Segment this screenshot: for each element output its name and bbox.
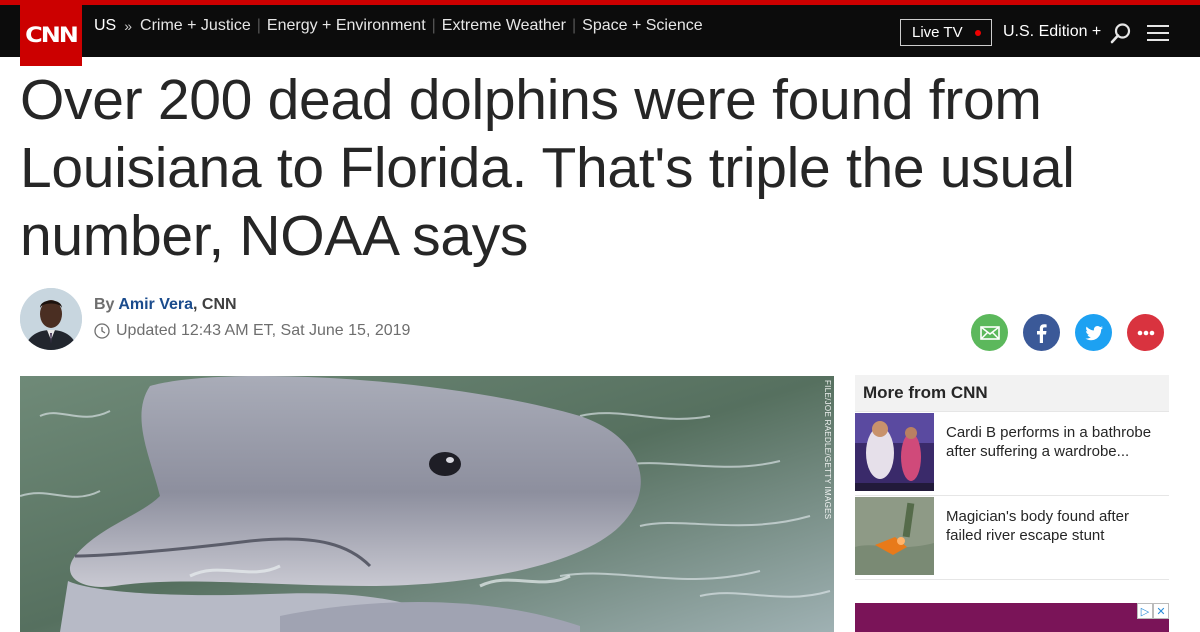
live-dot-icon [974,29,981,36]
updated-text: Updated 12:43 AM ET, Sat June 15, 2019 [116,322,411,339]
nav-divider: | [431,17,436,34]
more-from-cnn-panel: More from CNN Cardi B performs in a bath… [855,375,1169,580]
nav-link-space-science[interactable]: Space + Science [582,17,703,35]
logo-text: CNN [25,22,79,48]
section-link-us[interactable]: US [94,17,116,35]
top-nav-bar: US » Crime + Justice | Energy + Environm… [0,0,1200,57]
cnn-logo[interactable]: CNN [20,4,82,66]
dolphin-photo [20,376,834,632]
email-icon [979,325,1000,340]
ad-close-icon[interactable]: ✕ [1153,603,1169,619]
live-tv-label: Live TV [912,24,963,41]
share-email-button[interactable] [971,314,1008,351]
ad-choices[interactable]: ▷ ✕ [1137,603,1169,619]
search-icon[interactable] [1110,22,1132,44]
share-facebook-button[interactable] [1023,314,1060,351]
section-nav: US » Crime + Justice | Energy + Environm… [94,17,703,35]
list-item[interactable]: Cardi B performs in a bathrobe after suf… [855,412,1169,496]
story-thumbnail[interactable] [855,413,934,491]
image-credit: FILE/JOE RAEDLE/GETTY IMAGES [823,380,832,520]
byline: By Amir Vera, CNN [94,296,237,314]
story-thumbnail[interactable] [855,497,934,575]
more-icon [1137,330,1154,335]
edition-selector[interactable]: U.S. Edition + [1003,23,1101,41]
story-title[interactable]: Magician's body found after failed river… [946,497,1169,545]
by-prefix: By [94,296,115,313]
nav-divider: | [256,17,261,34]
hamburger-menu-icon[interactable] [1147,25,1169,43]
live-tv-button[interactable]: Live TV [900,19,992,46]
share-twitter-button[interactable] [1075,314,1112,351]
advertisement-banner[interactable]: ▷ ✕ [855,603,1169,632]
author-link[interactable]: Amir Vera [118,296,193,313]
outlet-name: , CNN [193,296,237,313]
nav-link-extreme-weather[interactable]: Extreme Weather [442,17,566,35]
article-hero-image[interactable]: FILE/JOE RAEDLE/GETTY IMAGES [20,376,834,632]
facebook-icon [1036,323,1047,343]
ad-info-icon[interactable]: ▷ [1137,603,1153,619]
nav-link-energy-environment[interactable]: Energy + Environment [267,17,426,35]
article-headline: Over 200 dead dolphins were found from L… [20,68,1075,268]
clock-icon [94,323,110,339]
twitter-icon [1085,325,1103,340]
share-more-button[interactable] [1127,314,1164,351]
updated-timestamp: Updated 12:43 AM ET, Sat June 15, 2019 [94,322,410,340]
author-avatar[interactable] [20,288,82,350]
nav-divider: | [572,17,577,34]
more-from-cnn-title: More from CNN [855,375,1169,412]
story-title[interactable]: Cardi B performs in a bathrobe after suf… [946,413,1169,461]
list-item[interactable]: Magician's body found after failed river… [855,496,1169,580]
chevron-right-icon: » [124,18,133,34]
nav-link-crime-justice[interactable]: Crime + Justice [140,17,251,35]
